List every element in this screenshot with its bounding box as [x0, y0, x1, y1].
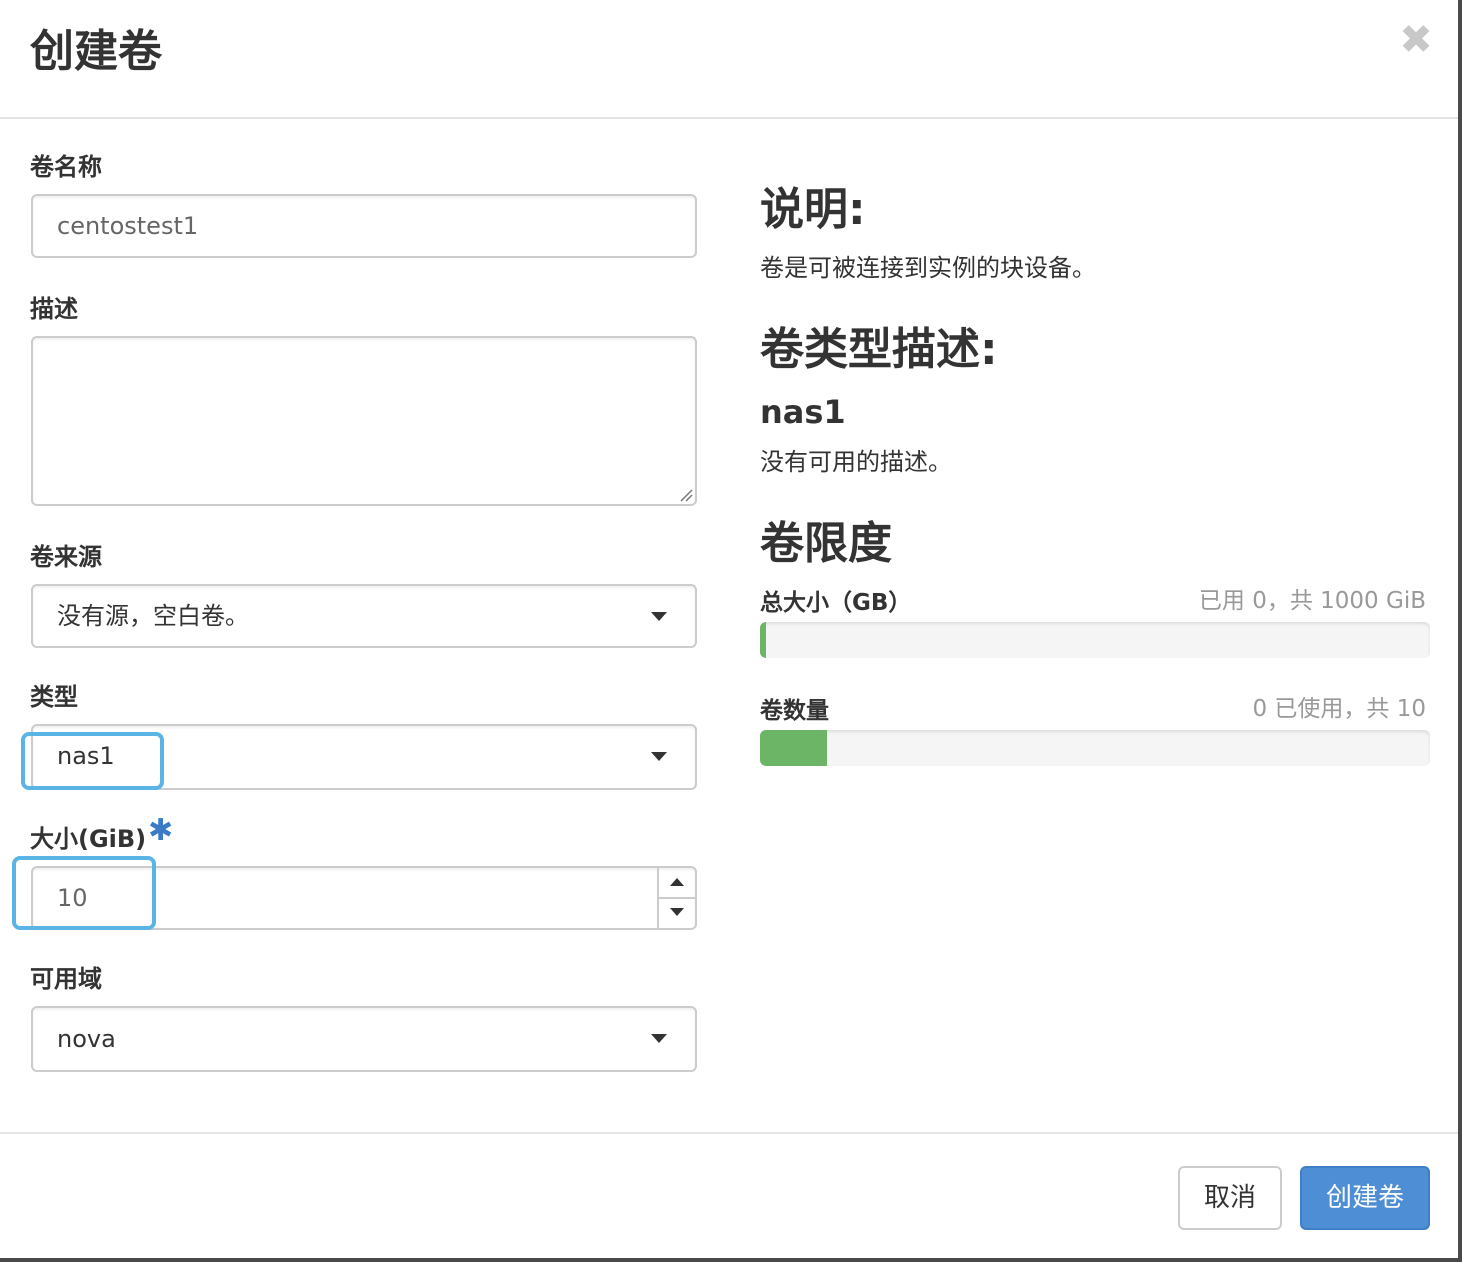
create-volume-button[interactable]: 创建卷 — [1300, 1166, 1430, 1230]
chevron-down-icon — [651, 1034, 667, 1043]
dialog-footer: 取消 创建卷 — [0, 1132, 1458, 1260]
arrow-down-icon — [670, 908, 684, 916]
quota-total-size-bar — [760, 622, 766, 658]
description-label: 描述 — [30, 295, 78, 323]
description-text: 卷是可被连接到实例的块设备。 — [760, 254, 1096, 282]
quota-volumes-label: 卷数量 — [760, 698, 829, 724]
type-label: 类型 — [30, 683, 78, 711]
size-number-input[interactable]: 10 — [31, 866, 697, 930]
close-icon[interactable]: ✖ — [1398, 20, 1434, 60]
size-value: 10 — [57, 884, 88, 912]
type-value: nas1 — [57, 742, 115, 770]
volume-source-value: 没有源，空白卷。 — [57, 602, 249, 630]
chevron-down-icon — [651, 612, 667, 621]
description-textarea[interactable] — [31, 336, 697, 506]
spin-down-button[interactable] — [659, 899, 695, 928]
volume-source-select[interactable]: 没有源，空白卷。 — [31, 584, 697, 648]
quota-volumes-bar — [760, 730, 827, 766]
size-spinner — [657, 868, 695, 928]
volume-type-text: 没有可用的描述。 — [760, 448, 952, 476]
volume-source-label: 卷来源 — [30, 543, 102, 571]
quota-total-size-label: 总大小（GB） — [760, 590, 912, 616]
volume-limits-heading: 卷限度 — [760, 518, 892, 569]
availability-zone-label: 可用域 — [30, 965, 102, 993]
cancel-button[interactable]: 取消 — [1178, 1166, 1282, 1230]
spin-up-button[interactable] — [659, 868, 695, 899]
dialog-title: 创建卷 — [30, 26, 162, 77]
availability-zone-value: nova — [57, 1025, 116, 1053]
type-select[interactable]: nas1 — [31, 724, 697, 790]
resize-grip-icon[interactable] — [679, 488, 693, 502]
volume-name-input[interactable]: centostest1 — [31, 194, 697, 258]
create-volume-dialog: 创建卷 ✖ 卷名称 centostest1 描述 卷来源 没有源，空白卷。 类型… — [0, 0, 1462, 1262]
volume-type-heading: 卷类型描述: — [760, 324, 998, 375]
chevron-down-icon — [651, 752, 667, 761]
size-label: 大小(GiB) — [30, 825, 147, 853]
volume-name-value: centostest1 — [57, 212, 199, 240]
quota-total-size-text: 已用 0，共 1000 GiB — [1198, 588, 1426, 614]
arrow-up-icon — [670, 878, 684, 886]
description-heading: 说明: — [760, 184, 866, 235]
volume-name-label: 卷名称 — [30, 153, 102, 181]
quota-total-size-progress — [760, 622, 1430, 658]
quota-volumes-progress — [760, 730, 1430, 766]
availability-zone-select[interactable]: nova — [31, 1006, 697, 1072]
required-asterisk-icon: ✱ — [148, 813, 174, 848]
dialog-header: 创建卷 ✖ — [0, 0, 1458, 119]
quota-volumes-text: 0 已使用，共 10 — [1252, 696, 1426, 722]
volume-type-name: nas1 — [760, 393, 846, 431]
